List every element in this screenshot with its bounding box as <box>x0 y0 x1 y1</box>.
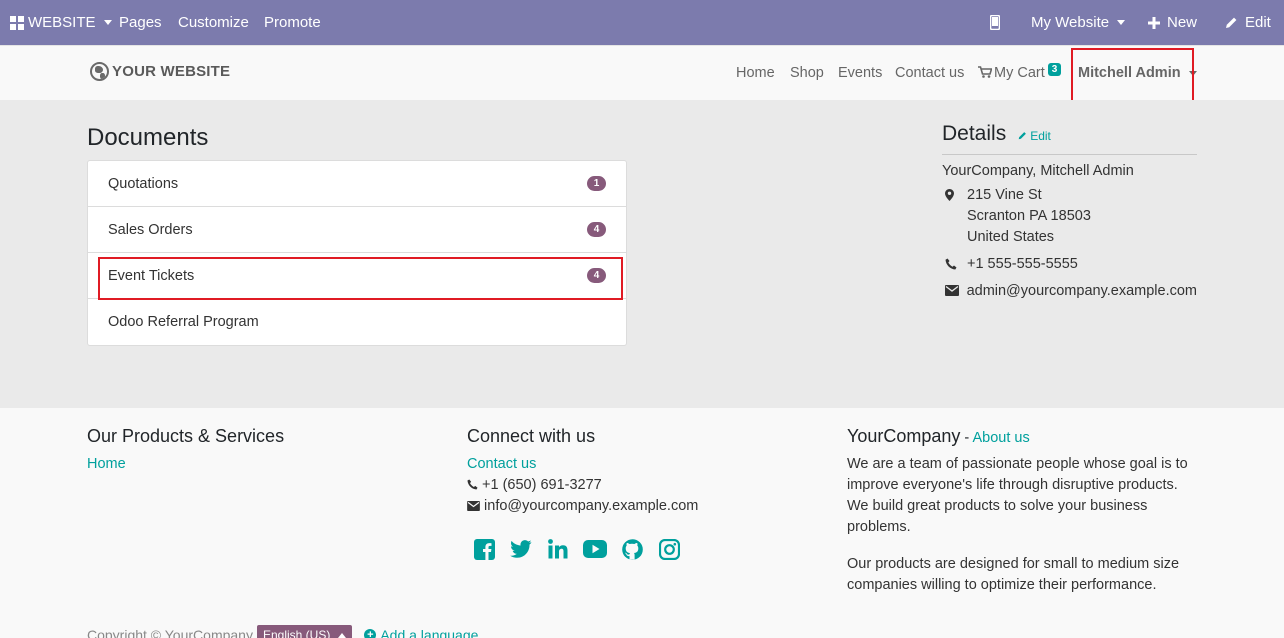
footer-about-text-2: Our products are designed for small to m… <box>847 556 1180 593</box>
nav-my-cart[interactable]: My Cart 3 <box>978 63 1062 81</box>
footer: Our Products & Services Home Connect wit… <box>0 408 1284 638</box>
nav-contact-us[interactable]: Contact us <box>895 65 964 81</box>
my-website-label: My Website <box>1031 14 1110 31</box>
details-title: Details <box>942 122 1007 145</box>
count-badge: 1 <box>587 176 606 191</box>
logo-text: YOUR WEBSITE <box>112 63 231 80</box>
email-address: admin@yourcompany.example.com <box>966 283 1197 299</box>
youtube-icon[interactable] <box>583 537 607 561</box>
address-line-3: United States <box>967 229 1055 245</box>
customize-menu[interactable]: Customize <box>178 0 249 45</box>
phone-icon <box>467 479 478 490</box>
phone-icon <box>942 254 967 275</box>
envelope-icon <box>467 501 480 511</box>
details-edit-link[interactable]: Edit <box>1018 129 1051 143</box>
nav-home[interactable]: Home <box>736 65 775 81</box>
footer-contact-link[interactable]: Contact us <box>467 456 536 472</box>
linkedin-icon[interactable] <box>546 537 570 561</box>
footer-home-link[interactable]: Home <box>87 456 126 472</box>
map-marker-icon <box>942 185 967 248</box>
instagram-icon[interactable] <box>657 537 681 561</box>
pencil-icon <box>1018 132 1027 140</box>
documents-item-label: Odoo Referral Program <box>108 314 259 330</box>
social-links <box>472 537 807 561</box>
count-badge: 4 <box>587 222 606 237</box>
cart-label: My Cart <box>994 65 1045 81</box>
email-row: admin@yourcompany.example.com <box>942 281 1197 302</box>
footer-phone-row: +1 (650) 691-3277 <box>467 475 807 496</box>
language-selector[interactable]: English (US) <box>256 625 353 638</box>
documents-item-label: Sales Orders <box>108 221 193 238</box>
details-header: Details Edit <box>942 122 1197 155</box>
main-content: Documents Quotations 1 Sales Orders 4 Ev… <box>0 100 1284 408</box>
footer-company-column: YourCompany - About us We are a team of … <box>847 426 1197 596</box>
documents-item-sales-orders[interactable]: Sales Orders 4 <box>88 207 626 253</box>
phone-row: +1 555-555-5555 <box>942 254 1197 275</box>
company-name: YourCompany, Mitchell Admin <box>942 163 1134 179</box>
my-website-menu[interactable]: My Website <box>1031 0 1126 45</box>
copyright-bar: Copyright © YourCompany English (US) + A… <box>87 625 490 638</box>
chevron-up-icon <box>338 632 347 638</box>
address-line-2: Scranton PA 18503 <box>967 208 1091 224</box>
site-logo[interactable]: YOUR WEBSITE <box>90 62 230 81</box>
details-edit-label: Edit <box>1030 128 1051 143</box>
pages-menu[interactable]: Pages <box>119 0 162 45</box>
edit-label: Edit <box>1245 14 1271 31</box>
footer-company-separator: - <box>960 430 973 446</box>
phone-number: +1 555-555-5555 <box>967 256 1078 272</box>
mobile-icon <box>990 15 1000 30</box>
language-label: English (US) <box>262 628 331 638</box>
admin-bar: WEBSITE Pages Customize Promote My Websi… <box>0 0 1284 45</box>
github-icon[interactable] <box>620 537 644 561</box>
footer-company-name: YourCompany <box>847 426 961 446</box>
cart-count-badge: 3 <box>1047 63 1062 76</box>
footer-about-text-1: We are a team of passionate people whose… <box>847 456 1188 535</box>
pencil-icon <box>1226 17 1237 28</box>
chevron-down-icon <box>1117 20 1126 25</box>
chevron-down-icon <box>103 20 112 25</box>
shopping-cart-icon <box>978 66 993 78</box>
mobile-preview-button[interactable] <box>990 0 1000 45</box>
footer-products-title: Our Products & Services <box>87 426 285 446</box>
apps-grid-icon <box>10 15 24 30</box>
nav-events[interactable]: Events <box>838 65 882 81</box>
footer-products-column: Our Products & Services Home <box>87 426 427 475</box>
plus-icon <box>1148 16 1160 29</box>
footer-connect-title: Connect with us <box>467 426 596 446</box>
documents-list: Quotations 1 Sales Orders 4 Event Ticket… <box>87 160 627 346</box>
promote-menu[interactable]: Promote <box>264 0 321 45</box>
footer-connect-column: Connect with us Contact us +1 (650) 691-… <box>467 426 807 561</box>
edit-button[interactable]: Edit <box>1225 0 1271 45</box>
documents-item-label: Quotations <box>108 175 179 192</box>
new-button[interactable]: New <box>1148 0 1197 45</box>
documents-item-quotations[interactable]: Quotations 1 <box>88 161 626 207</box>
website-menu-label: WEBSITE <box>28 14 96 31</box>
globe-icon <box>90 62 109 81</box>
documents-item-referral-program[interactable]: Odoo Referral Program <box>88 299 626 345</box>
details-panel: Details Edit YourCompany, Mitchell Admin… <box>942 122 1197 302</box>
user-menu-highlight <box>1071 48 1194 103</box>
footer-company-title: YourCompany - About us <box>847 426 1197 447</box>
copyright-text: Copyright © YourCompany <box>87 627 253 638</box>
address-line-1: 215 Vine St <box>967 187 1042 203</box>
facebook-icon[interactable] <box>472 537 496 561</box>
add-language-link[interactable]: + Add a language... <box>364 627 490 638</box>
nav-shop[interactable]: Shop <box>790 65 824 81</box>
footer-email-row: info@yourcompany.example.com <box>467 496 807 517</box>
website-menu[interactable]: WEBSITE <box>10 0 112 45</box>
add-language-label: Add a language... <box>380 627 491 638</box>
envelope-icon <box>942 281 967 302</box>
twitter-icon[interactable] <box>509 537 533 561</box>
event-tickets-highlight <box>98 257 623 300</box>
footer-email: info@yourcompany.example.com <box>484 498 699 514</box>
address-row: 215 Vine St Scranton PA 18503 United Sta… <box>942 185 1197 248</box>
footer-phone: +1 (650) 691-3277 <box>482 477 602 493</box>
footer-about-link[interactable]: About us <box>973 430 1030 446</box>
new-label: New <box>1167 14 1198 31</box>
documents-title: Documents <box>87 124 209 151</box>
plus-circle-icon: + <box>364 629 377 638</box>
